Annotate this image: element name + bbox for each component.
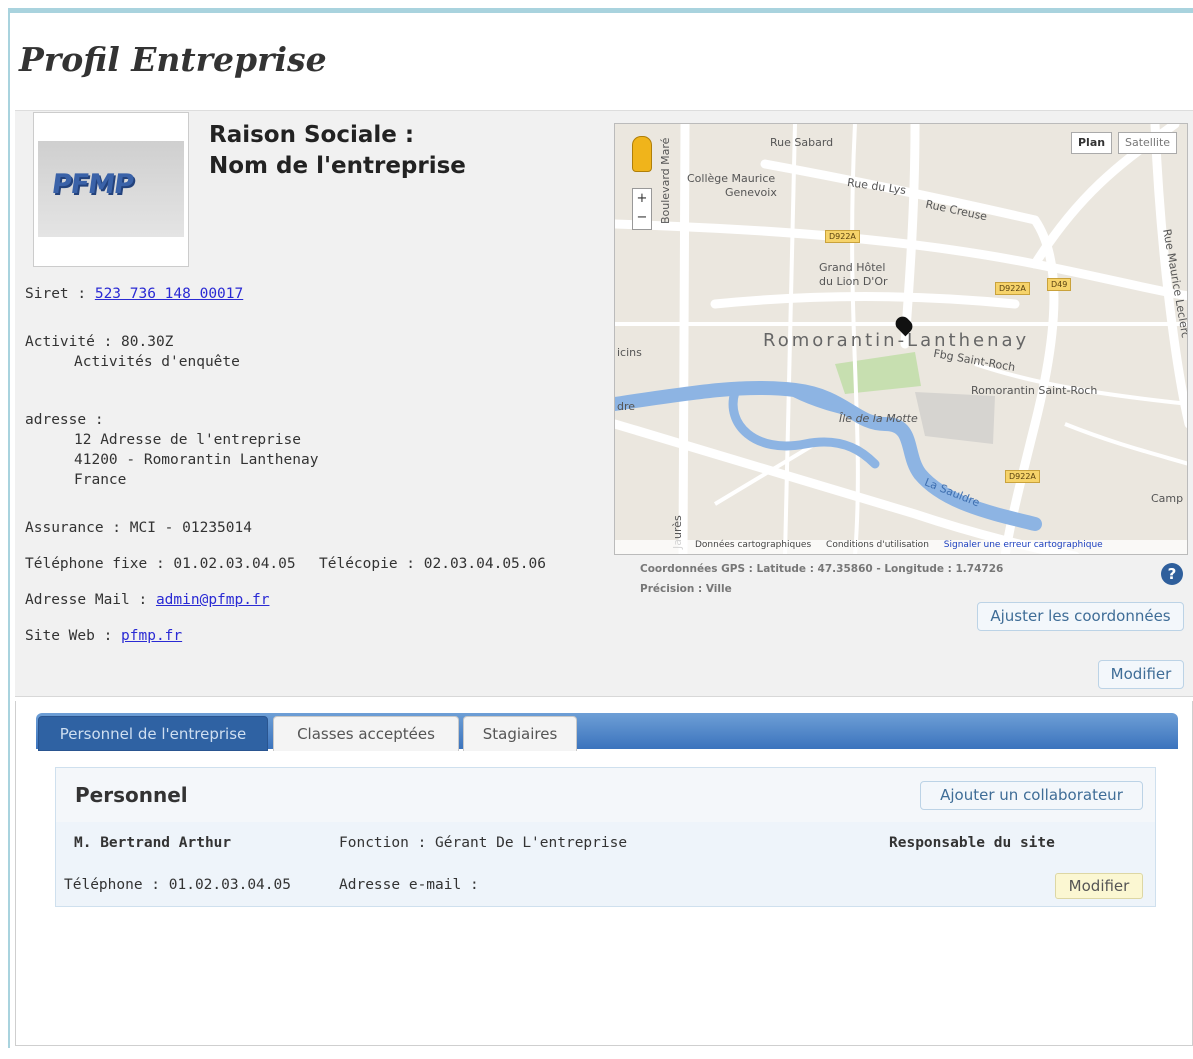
tab-classes-acceptees[interactable]: Classes acceptées — [273, 716, 459, 751]
map-type-plan[interactable]: Plan — [1071, 132, 1113, 154]
road-badge-d922a-3: D922A — [1005, 470, 1040, 483]
map-footer-report[interactable]: Signaler une erreur cartographique — [944, 540, 1103, 550]
telephone-fixe-field: Téléphone fixe : 01.02.03.04.05 — [25, 556, 296, 572]
activite-label: Activité : 80.30Z — [25, 334, 174, 350]
adresse-line-2: 41200 - Romorantin Lanthenay — [74, 452, 319, 468]
collaborator-telephone: Téléphone : 01.02.03.04.05 — [64, 877, 291, 893]
road-badge-d49: D49 — [1047, 278, 1072, 291]
adresse-line-1: 12 Adresse de l'entreprise — [74, 432, 301, 448]
map-label-camp: Camp — [1151, 492, 1184, 505]
mail-link[interactable]: admin@pfmp.fr — [156, 592, 270, 608]
map-footer-data[interactable]: Données cartographiques — [695, 540, 811, 550]
tab-personnel[interactable]: Personnel de l'entreprise — [38, 716, 268, 751]
map-label-ile: Île de la Motte — [839, 412, 918, 425]
help-icon[interactable]: ? — [1161, 563, 1183, 585]
page-title: Profil Entreprise — [19, 40, 327, 79]
road-badge-d922a-2: D922A — [995, 282, 1030, 295]
map-label-rue-sabard: Rue Sabard — [770, 136, 834, 149]
activite-description: Activités d'enquête — [74, 354, 240, 370]
personnel-title: Personnel — [75, 783, 188, 807]
map-label-hotel: Grand Hôtel — [819, 261, 886, 274]
company-name-heading: Raison Sociale : Nom de l'entreprise — [209, 120, 466, 182]
website-field: Site Web : pfmp.fr — [25, 628, 183, 644]
website-link[interactable]: pfmp.fr — [121, 628, 182, 644]
map-zoom-control[interactable]: + − — [632, 188, 652, 230]
collaborator-name: M. Bertrand Arthur — [74, 835, 232, 851]
tab-stagiaires[interactable]: Stagiaires — [463, 716, 577, 751]
map-label-dre: dre — [617, 400, 636, 413]
map-label-cins: icins — [617, 346, 642, 359]
location-map[interactable]: + − Plan Satellite Rue Sabard Collège Ma… — [614, 123, 1188, 555]
map-city-name: Romorantin-Lanthenay — [763, 330, 1030, 351]
siret-link[interactable]: 523 736 148 00017 — [95, 286, 243, 302]
mail-field: Adresse Mail : admin@pfmp.fr — [25, 592, 270, 608]
company-name: Nom de l'entreprise — [209, 153, 466, 179]
map-footer: Données cartographiques Conditions d'uti… — [615, 540, 1187, 554]
zoom-out-icon[interactable]: − — [633, 208, 651, 227]
collaborator-role: Responsable du site — [889, 835, 1055, 851]
collaborator-email: Adresse e-mail : — [339, 877, 479, 893]
map-type-satellite[interactable]: Satellite — [1118, 132, 1178, 154]
modify-profile-button[interactable]: Modifier — [1098, 660, 1184, 689]
map-footer-terms[interactable]: Conditions d'utilisation — [826, 540, 929, 550]
gps-precision: Précision : Ville — [640, 583, 732, 595]
map-label-college-2: Genevoix — [725, 186, 777, 199]
zoom-in-icon[interactable]: + — [633, 189, 651, 208]
raison-sociale-label: Raison Sociale : — [209, 122, 415, 148]
map-label-college: Collège Maurice — [687, 172, 776, 185]
logo-text: PFMP — [49, 169, 136, 200]
adjust-coordinates-button[interactable]: Ajuster les coordonnées — [977, 602, 1184, 631]
telecopie-field: Télécopie : 02.03.04.05.06 — [319, 556, 546, 572]
assurance-field: Assurance : MCI - 01235014 — [25, 520, 252, 536]
map-label-boulevard: Boulevard Maré — [659, 137, 672, 224]
company-logo: PFMP — [33, 112, 189, 267]
map-label-hotel-2: du Lion D'Or — [819, 275, 888, 288]
road-badge-d922a: D922A — [825, 230, 860, 243]
street-view-pegman-icon[interactable] — [632, 136, 652, 172]
gps-coordinates: Coordonnées GPS : Latitude : 47.35860 - … — [640, 563, 1004, 575]
map-label-saint-roch: Romorantin Saint-Roch — [971, 384, 1098, 397]
siret-field: Siret : 523 736 148 00017 — [25, 286, 244, 302]
adresse-label: adresse : — [25, 412, 104, 428]
modify-collaborator-button[interactable]: Modifier — [1055, 873, 1143, 899]
adresse-line-3: France — [74, 472, 127, 488]
collaborator-fonction: Fonction : Gérant De L'entreprise — [339, 835, 628, 851]
add-collaborator-button[interactable]: Ajouter un collaborateur — [920, 781, 1143, 810]
